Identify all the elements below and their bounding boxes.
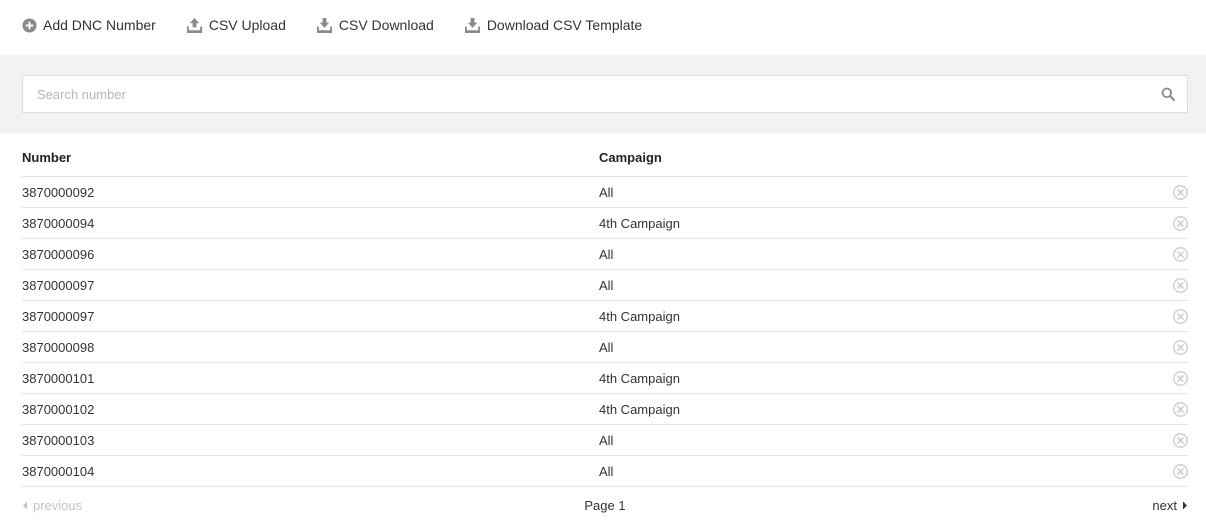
- search-icon[interactable]: [1161, 87, 1175, 101]
- number-cell: 3870000102: [22, 401, 95, 417]
- table-row: 3870000104 All: [22, 456, 1188, 487]
- campaign-cell: All: [599, 463, 614, 479]
- close-circle-icon: [1173, 432, 1188, 448]
- number-column-header: Number: [22, 150, 72, 165]
- campaign-cell: 4th Campaign: [599, 401, 680, 417]
- close-circle-icon: [1173, 184, 1188, 200]
- remove-button[interactable]: [1158, 215, 1188, 231]
- pagination: previous Page 1 next: [22, 496, 1188, 516]
- campaign-cell: 4th Campaign: [599, 370, 680, 386]
- campaign-cell: All: [599, 184, 614, 200]
- campaign-cell: 4th Campaign: [599, 308, 680, 324]
- search-input[interactable]: [23, 76, 1143, 112]
- download-csv-template-label: Download CSV Template: [486, 17, 643, 33]
- plus-circle-icon: [22, 17, 37, 33]
- toolbar: Add DNC Number CSV Upload CSV Download D…: [22, 14, 672, 36]
- close-circle-icon: [1173, 308, 1188, 324]
- dnc-table: Number Campaign 3870000092 All 3870000094 4…: [22, 139, 1188, 487]
- table-body: 3870000092 All 3870000094 4th Campaign 38700…: [22, 177, 1188, 487]
- number-cell: 3870000094: [22, 215, 95, 231]
- number-cell: 3870000101: [22, 370, 95, 386]
- remove-button[interactable]: [1158, 370, 1188, 386]
- remove-button[interactable]: [1158, 184, 1188, 200]
- download-tray-icon: [316, 17, 332, 33]
- remove-button[interactable]: [1158, 339, 1188, 355]
- number-cell: 3870000104: [22, 463, 95, 479]
- number-cell: 3870000096: [22, 246, 95, 262]
- close-circle-icon: [1173, 370, 1188, 386]
- page-indicator: Page 1: [584, 498, 626, 513]
- number-cell: 3870000098: [22, 339, 95, 355]
- table-header: Number Campaign: [22, 139, 1188, 177]
- csv-download-button[interactable]: CSV Download: [316, 17, 434, 34]
- campaign-cell: All: [599, 432, 614, 448]
- table-row: 3870000096 All: [22, 239, 1188, 270]
- campaign-column-header: Campaign: [599, 150, 662, 165]
- next-page-button[interactable]: next: [1152, 498, 1188, 513]
- add-dnc-number-button[interactable]: Add DNC Number: [22, 17, 156, 33]
- add-dnc-number-label: Add DNC Number: [43, 17, 156, 33]
- close-circle-icon: [1173, 215, 1188, 231]
- close-circle-icon: [1173, 339, 1188, 355]
- caret-right-icon: [1183, 501, 1187, 510]
- remove-button[interactable]: [1158, 277, 1188, 293]
- table-row: 3870000103 All: [22, 425, 1188, 456]
- number-cell: 3870000097: [22, 277, 95, 293]
- campaign-cell: All: [599, 246, 614, 262]
- campaign-cell: All: [599, 277, 614, 293]
- search-box: [22, 75, 1188, 113]
- table-row: 3870000101 4th Campaign: [22, 363, 1188, 394]
- close-circle-icon: [1173, 463, 1188, 479]
- close-circle-icon: [1173, 246, 1188, 262]
- next-label: next: [1152, 498, 1177, 513]
- remove-button[interactable]: [1158, 463, 1188, 479]
- remove-button[interactable]: [1158, 432, 1188, 448]
- number-cell: 3870000097: [22, 308, 95, 324]
- csv-upload-label: CSV Upload: [208, 17, 286, 33]
- close-circle-icon: [1173, 401, 1188, 417]
- upload-tray-icon: [186, 17, 202, 33]
- search-band: [0, 55, 1206, 133]
- download-tray-icon: [464, 17, 480, 33]
- csv-upload-button[interactable]: CSV Upload: [186, 17, 286, 34]
- download-csv-template-button[interactable]: Download CSV Template: [464, 17, 642, 34]
- csv-download-label: CSV Download: [338, 17, 434, 33]
- table-row: 3870000097 All: [22, 270, 1188, 301]
- campaign-cell: All: [599, 339, 614, 355]
- table-row: 3870000102 4th Campaign: [22, 394, 1188, 425]
- close-circle-icon: [1173, 277, 1188, 293]
- remove-button[interactable]: [1158, 401, 1188, 417]
- table-row: 3870000098 All: [22, 332, 1188, 363]
- table-row: 3870000092 All: [22, 177, 1188, 208]
- number-cell: 3870000092: [22, 184, 95, 200]
- number-cell: 3870000103: [22, 432, 95, 448]
- remove-button[interactable]: [1158, 308, 1188, 324]
- campaign-cell: 4th Campaign: [599, 215, 680, 231]
- table-row: 3870000094 4th Campaign: [22, 208, 1188, 239]
- table-row: 3870000097 4th Campaign: [22, 301, 1188, 332]
- remove-button[interactable]: [1158, 246, 1188, 262]
